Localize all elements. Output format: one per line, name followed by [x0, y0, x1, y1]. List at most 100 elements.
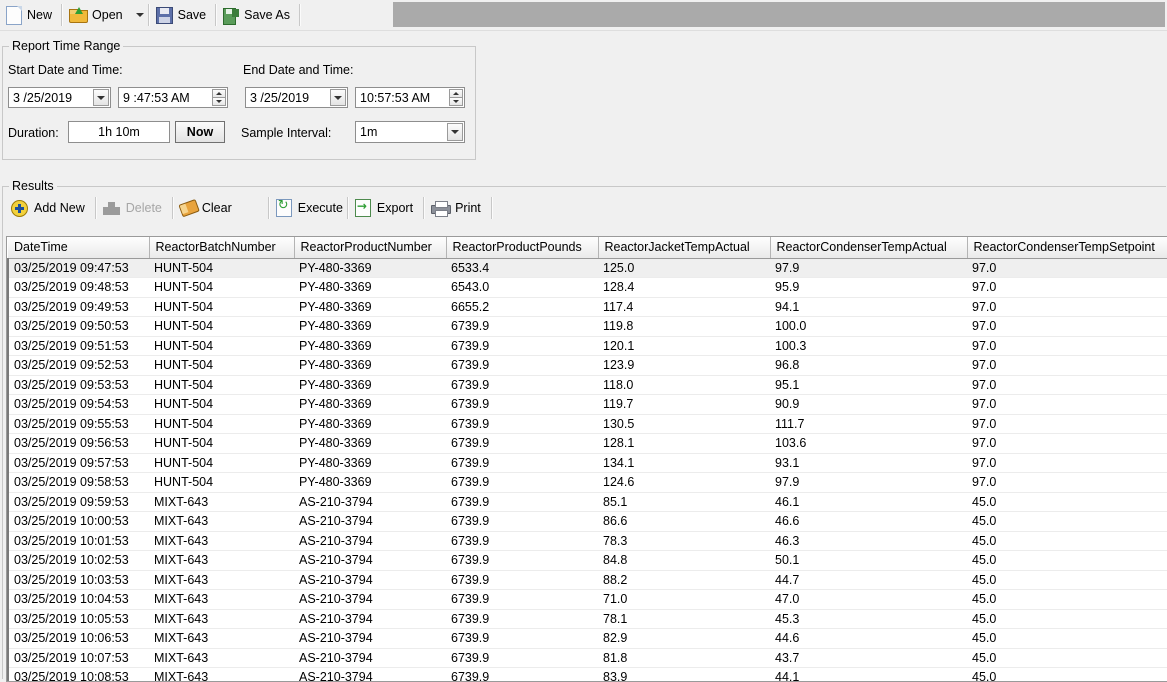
table-row[interactable]: 03/25/2019 09:50:53 HUNT-504 PY-480-3369 67…: [7, 316, 1167, 337]
table-cell[interactable]: 03/25/2019 09:48:53: [7, 277, 149, 298]
table-row[interactable]: 03/25/2019 09:47:53 HUNT-504 PY-480-3369 65…: [7, 258, 1167, 278]
end-date-dropdown-button[interactable]: [330, 89, 346, 106]
table-cell[interactable]: 130.5: [598, 414, 770, 434]
table-cell[interactable]: 97.9: [770, 258, 967, 278]
duration-input[interactable]: 1h 10m: [68, 121, 170, 143]
table-cell[interactable]: 97.0: [967, 375, 1167, 395]
table-cell[interactable]: 03/25/2019 10:06:53: [7, 628, 149, 649]
table-cell[interactable]: 6739.9: [446, 550, 598, 571]
table-cell[interactable]: 100.3: [770, 336, 967, 356]
table-cell[interactable]: 6739.9: [446, 570, 598, 590]
table-cell[interactable]: 6739.9: [446, 394, 598, 415]
table-cell[interactable]: HUNT-504: [149, 375, 294, 395]
table-cell[interactable]: 6739.9: [446, 628, 598, 649]
table-cell[interactable]: MIXT-643: [149, 667, 294, 681]
table-cell[interactable]: MIXT-643: [149, 570, 294, 590]
table-cell[interactable]: AS-210-3794: [294, 531, 446, 551]
table-cell[interactable]: 96.8: [770, 355, 967, 376]
table-row[interactable]: 03/25/2019 10:04:53 MIXT-643 AS-210-3794 67…: [7, 589, 1167, 610]
table-cell[interactable]: 85.1: [598, 492, 770, 512]
table-cell[interactable]: AS-210-3794: [294, 492, 446, 512]
table-cell[interactable]: PY-480-3369: [294, 258, 446, 278]
table-cell[interactable]: PY-480-3369: [294, 316, 446, 337]
column-header[interactable]: ReactorJacketTempActual: [598, 237, 771, 259]
table-cell[interactable]: 71.0: [598, 589, 770, 610]
table-cell[interactable]: MIXT-643: [149, 492, 294, 512]
table-cell[interactable]: 84.8: [598, 550, 770, 571]
table-cell[interactable]: 46.3: [770, 531, 967, 551]
table-cell[interactable]: AS-210-3794: [294, 570, 446, 590]
table-cell[interactable]: 45.0: [967, 628, 1167, 649]
table-cell[interactable]: AS-210-3794: [294, 550, 446, 571]
table-cell[interactable]: 6533.4: [446, 258, 598, 278]
table-cell[interactable]: 03/25/2019 09:53:53: [7, 375, 149, 395]
table-cell[interactable]: 03/25/2019 09:55:53: [7, 414, 149, 434]
table-cell[interactable]: PY-480-3369: [294, 375, 446, 395]
table-cell[interactable]: AS-210-3794: [294, 648, 446, 668]
table-cell[interactable]: 03/25/2019 10:02:53: [7, 550, 149, 571]
table-cell[interactable]: HUNT-504: [149, 472, 294, 493]
table-cell[interactable]: MIXT-643: [149, 531, 294, 551]
table-row[interactable]: 03/25/2019 09:55:53 HUNT-504 PY-480-3369 67…: [7, 414, 1167, 434]
table-cell[interactable]: 44.6: [770, 628, 967, 649]
table-cell[interactable]: 97.0: [967, 316, 1167, 337]
start-date-input[interactable]: 3 /25/2019: [8, 87, 111, 108]
table-cell[interactable]: 117.4: [598, 297, 770, 317]
add-new-button[interactable]: Add New: [5, 194, 95, 222]
table-cell[interactable]: 81.8: [598, 648, 770, 668]
table-cell[interactable]: 45.0: [967, 511, 1167, 532]
table-row[interactable]: 03/25/2019 09:52:53 HUNT-504 PY-480-3369 67…: [7, 355, 1167, 376]
table-cell[interactable]: AS-210-3794: [294, 511, 446, 532]
table-cell[interactable]: 6543.0: [446, 277, 598, 298]
table-cell[interactable]: PY-480-3369: [294, 355, 446, 376]
table-cell[interactable]: PY-480-3369: [294, 297, 446, 317]
table-cell[interactable]: 97.0: [967, 297, 1167, 317]
table-cell[interactable]: 120.1: [598, 336, 770, 356]
table-cell[interactable]: 94.1: [770, 297, 967, 317]
table-cell[interactable]: 97.0: [967, 355, 1167, 376]
table-row[interactable]: 03/25/2019 09:59:53 MIXT-643 AS-210-3794 67…: [7, 492, 1167, 512]
table-row[interactable]: 03/25/2019 10:07:53 MIXT-643 AS-210-3794 67…: [7, 648, 1167, 668]
table-row[interactable]: 03/25/2019 10:05:53 MIXT-643 AS-210-3794 67…: [7, 609, 1167, 629]
table-cell[interactable]: MIXT-643: [149, 511, 294, 532]
table-cell[interactable]: 97.0: [967, 394, 1167, 415]
table-cell[interactable]: 6739.9: [446, 316, 598, 337]
table-cell[interactable]: MIXT-643: [149, 609, 294, 629]
table-cell[interactable]: PY-480-3369: [294, 277, 446, 298]
table-cell[interactable]: 45.3: [770, 609, 967, 629]
table-cell[interactable]: 83.9: [598, 667, 770, 681]
table-cell[interactable]: 119.7: [598, 394, 770, 415]
save-button[interactable]: Save: [150, 1, 216, 29]
table-cell[interactable]: 03/25/2019 10:07:53: [7, 648, 149, 668]
column-header[interactable]: ReactorCondenserTempSetpoint: [967, 237, 1167, 259]
table-cell[interactable]: 03/25/2019 09:59:53: [7, 492, 149, 512]
table-cell[interactable]: 03/25/2019 09:52:53: [7, 355, 149, 376]
table-cell[interactable]: 03/25/2019 10:08:53: [7, 667, 149, 681]
table-cell[interactable]: 119.8: [598, 316, 770, 337]
start-time-spinner[interactable]: [212, 89, 226, 106]
table-cell[interactable]: 44.1: [770, 667, 967, 681]
table-cell[interactable]: 6739.9: [446, 531, 598, 551]
delete-button[interactable]: Delete: [97, 194, 172, 222]
start-time-spin-up[interactable]: [212, 89, 226, 98]
table-cell[interactable]: MIXT-643: [149, 628, 294, 649]
table-cell[interactable]: PY-480-3369: [294, 433, 446, 454]
table-cell[interactable]: PY-480-3369: [294, 472, 446, 493]
table-cell[interactable]: 95.1: [770, 375, 967, 395]
column-header[interactable]: ReactorProductPounds: [446, 237, 599, 259]
table-cell[interactable]: 03/25/2019 09:50:53: [7, 316, 149, 337]
table-cell[interactable]: 6739.9: [446, 667, 598, 681]
table-cell[interactable]: AS-210-3794: [294, 628, 446, 649]
table-cell[interactable]: 6739.9: [446, 492, 598, 512]
table-row[interactable]: 03/25/2019 09:58:53 HUNT-504 PY-480-3369 67…: [7, 472, 1167, 493]
table-cell[interactable]: 6739.9: [446, 355, 598, 376]
table-cell[interactable]: 100.0: [770, 316, 967, 337]
table-cell[interactable]: 46.1: [770, 492, 967, 512]
column-header[interactable]: ReactorCondenserTempActual: [770, 237, 968, 259]
table-row[interactable]: 03/25/2019 10:03:53 MIXT-643 AS-210-3794 67…: [7, 570, 1167, 590]
table-cell[interactable]: 03/25/2019 09:51:53: [7, 336, 149, 356]
table-cell[interactable]: HUNT-504: [149, 433, 294, 454]
table-cell[interactable]: AS-210-3794: [294, 667, 446, 681]
sample-interval-dropdown-button[interactable]: [447, 123, 463, 141]
table-cell[interactable]: 123.9: [598, 355, 770, 376]
